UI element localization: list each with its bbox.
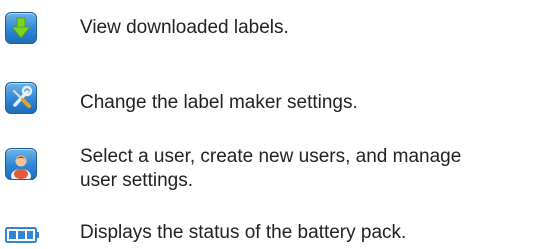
user-description-line-2: user settings.	[80, 170, 193, 191]
user-icon	[5, 148, 37, 180]
battery-description: Displays the status of the battery pack.	[80, 222, 407, 243]
tools-icon	[5, 82, 37, 114]
download-arrow-icon	[5, 12, 37, 44]
legend-row-downloaded-labels: View downloaded labels.	[0, 12, 550, 44]
battery-icon	[5, 227, 41, 248]
settings-description: Change the label maker settings.	[80, 92, 358, 113]
legend-row-battery: Displays the status of the battery pack.	[0, 222, 550, 243]
legend-row-user: Select a user, create new users, and man…	[0, 146, 550, 198]
legend-row-settings: Change the label maker settings.	[0, 82, 550, 114]
user-description-line-1: Select a user, create new users, and man…	[80, 146, 462, 167]
downloaded-labels-description: View downloaded labels.	[80, 17, 289, 38]
